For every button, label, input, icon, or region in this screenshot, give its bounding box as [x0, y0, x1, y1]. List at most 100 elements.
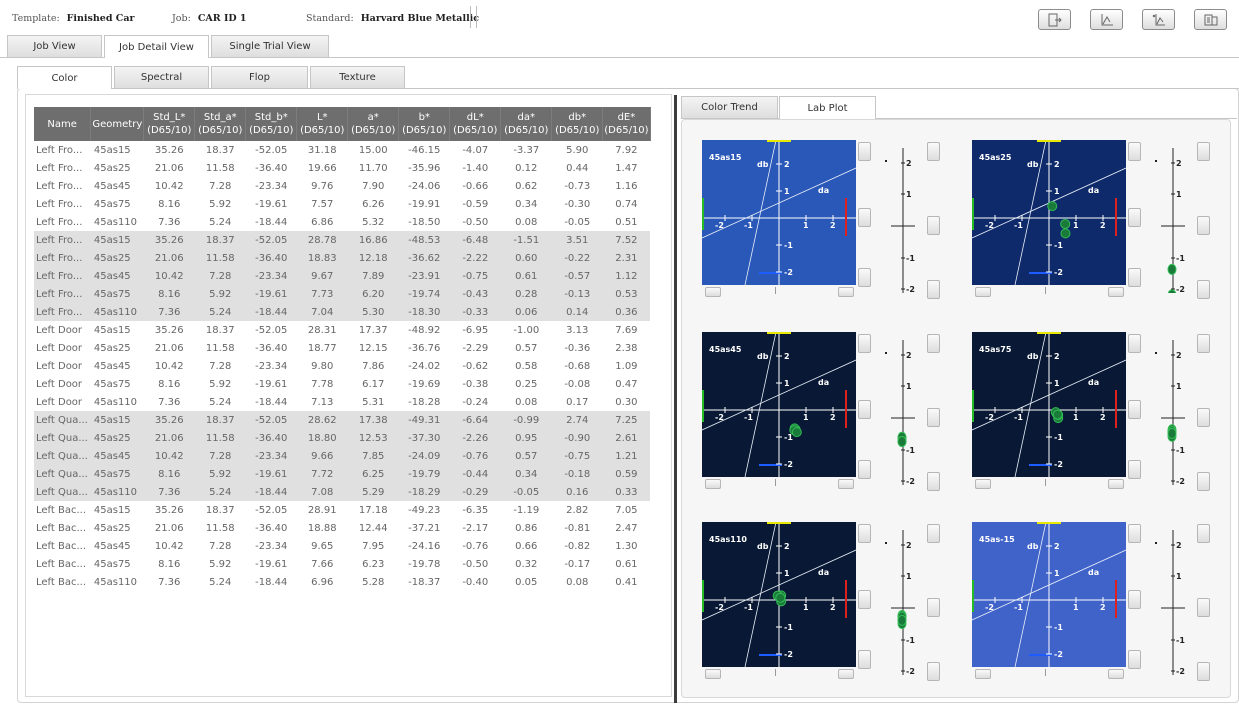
scroll-down-button[interactable] — [1128, 268, 1141, 287]
table-row[interactable]: Left Qua... 45as75 8.16 5.92 -19.61 7.72 6.25-… — [34, 465, 651, 483]
scroll-down-button[interactable] — [858, 650, 871, 669]
table-row[interactable]: Left Door 45as45 10.42 7.28 -23.34 9.80 7.86 -2… — [34, 357, 650, 375]
scroll-up-button[interactable] — [1128, 142, 1141, 161]
column-header[interactable]: b* (D65/10) — [398, 107, 451, 141]
table-row[interactable]: Left Bac... 45as15 35.26 18.37 -52.05 28.91 17… — [34, 501, 650, 519]
scroll-left-button[interactable] — [975, 287, 991, 297]
lightness-up-button[interactable] — [927, 524, 940, 543]
tab-spectral[interactable]: Spectral — [114, 66, 209, 88]
table-row[interactable]: Left Qua... 45as25 21.06 11.58 -36.40 18.80 12… — [34, 429, 651, 447]
table-row[interactable]: Left Door 45as25 21.06 11.58 -36.40 18.77 12.1… — [34, 339, 650, 357]
scroll-mid-button[interactable] — [858, 208, 871, 227]
column-header[interactable]: dL* (D65/10) — [449, 107, 502, 141]
table-row[interactable]: Left Door 45as75 8.16 5.92 -19.61 7.78 6.17 -19… — [34, 375, 650, 393]
table-row[interactable]: Left Bac... 45as25 21.06 11.58 -36.40 18.88 12… — [34, 519, 650, 537]
tab-lab-plot[interactable]: Lab Plot — [779, 96, 876, 119]
scroll-mid-button[interactable] — [858, 590, 871, 609]
scroll-down-button[interactable] — [858, 460, 871, 479]
column-header[interactable]: a* (D65/10) — [347, 107, 400, 141]
lightness-mid-button[interactable] — [927, 408, 940, 427]
table-row[interactable]: Left Fro... 45as45 10.42 7.28 -23.34 9.67 7.89… — [34, 267, 651, 285]
scroll-left-button[interactable] — [975, 669, 991, 679]
table-row[interactable]: Left Fro... 45as25 21.06 11.58 -36.40 19.66 11… — [34, 159, 650, 177]
column-header[interactable]: dE* (D65/10) — [602, 107, 651, 141]
tab-single-trial-view[interactable]: Single Trial View — [211, 35, 329, 57]
table-row[interactable]: Left Door 45as110 7.36 5.24 -18.44 7.13 5.31 -1… — [34, 393, 650, 411]
star-chart-button[interactable] — [1142, 9, 1175, 30]
report-button[interactable] — [1194, 9, 1227, 30]
scroll-left-button[interactable] — [705, 669, 721, 679]
trend-chart-button[interactable] — [1090, 9, 1123, 30]
scroll-up-button[interactable] — [858, 334, 871, 353]
scroll-right-button[interactable] — [838, 287, 854, 297]
table-row[interactable]: Left Fro... 45as15 35.26 18.37 -52.05 28.78 16… — [34, 231, 651, 249]
export-button[interactable] — [1038, 9, 1071, 30]
scroll-left-button[interactable] — [705, 287, 721, 297]
table-row[interactable]: Left Fro... 45as110 7.36 5.24 -18.44 7.04 5.30… — [34, 303, 651, 321]
scroll-mid-button[interactable] — [858, 400, 871, 419]
column-header[interactable]: Geometry — [90, 107, 145, 141]
table-row[interactable]: Left Door 45as15 35.26 18.37 -52.05 28.31 17.3… — [34, 321, 650, 339]
scroll-up-button[interactable] — [1128, 524, 1141, 543]
lightness-scale: 2 1 -1 -2 — [1161, 530, 1185, 675]
lightness-mid-button[interactable] — [927, 216, 940, 235]
column-header[interactable]: db* (D65/10) — [551, 107, 604, 141]
table-row[interactable]: Left Fro... 45as75 8.16 5.92 -19.61 7.73 6.20-… — [34, 285, 651, 303]
scroll-right-button[interactable] — [1108, 669, 1124, 679]
table-row[interactable]: Left Bac... 45as110 7.36 5.24 -18.44 6.96 5.28… — [34, 573, 650, 591]
lightness-up-button[interactable] — [927, 334, 940, 353]
table-row[interactable]: Left Fro... 45as75 8.16 5.92 -19.61 7.57 6.26 -… — [34, 195, 650, 213]
table-row[interactable]: Left Fro... 45as45 10.42 7.28 -23.34 9.76 7.90… — [34, 177, 650, 195]
column-header[interactable]: Std_b* (D65/10) — [245, 107, 298, 141]
scroll-up-button[interactable] — [1128, 334, 1141, 353]
scroll-mid-button[interactable] — [1128, 590, 1141, 609]
lightness-down-button[interactable] — [927, 662, 940, 681]
scroll-left-button[interactable] — [705, 479, 721, 489]
lightness-up-button[interactable] — [1197, 524, 1210, 543]
lightness-down-button[interactable] — [927, 280, 940, 299]
lightness-down-button[interactable] — [1197, 472, 1210, 491]
lightness-down-button[interactable] — [1197, 662, 1210, 681]
tab-flop[interactable]: Flop — [211, 66, 308, 88]
column-header[interactable]: Std_a* (D65/10) — [194, 107, 247, 141]
scroll-right-button[interactable] — [838, 669, 854, 679]
scroll-down-button[interactable] — [858, 268, 871, 287]
scroll-down-button[interactable] — [1128, 650, 1141, 669]
tab-job-view[interactable]: Job View — [7, 35, 102, 57]
column-header[interactable]: da* (D65/10) — [500, 107, 553, 141]
lightness-up-button[interactable] — [1197, 142, 1210, 161]
column-header[interactable]: Name — [34, 107, 92, 141]
scroll-right-button[interactable] — [838, 479, 854, 489]
tab-texture[interactable]: Texture — [310, 66, 405, 88]
table-row[interactable]: Left Qua... 45as15 35.26 18.37 -52.05 28.62 17… — [34, 411, 651, 429]
lightness-up-button[interactable] — [927, 142, 940, 161]
table-row[interactable]: Left Fro... 45as110 7.36 5.24 -18.44 6.86 5.32… — [34, 213, 650, 231]
lightness-mid-button[interactable] — [1197, 408, 1210, 427]
lightness-mid-button[interactable] — [1197, 216, 1210, 235]
scroll-right-button[interactable] — [1108, 287, 1124, 297]
panel-splitter[interactable] — [674, 95, 677, 703]
lightness-down-button[interactable] — [927, 472, 940, 491]
lightness-up-button[interactable] — [1197, 334, 1210, 353]
scroll-mid-button[interactable] — [1128, 400, 1141, 419]
column-header[interactable]: Std_L* (D65/10) — [143, 107, 196, 141]
table-row[interactable]: Left Fro... 45as25 21.06 11.58 -36.40 18.83 12… — [34, 249, 651, 267]
table-row[interactable]: Left Fro... 45as15 35.26 18.37 -52.05 31.18 15… — [34, 141, 650, 159]
lightness-mid-button[interactable] — [927, 598, 940, 617]
scroll-right-button[interactable] — [1108, 479, 1124, 489]
scroll-up-button[interactable] — [858, 142, 871, 161]
table-row[interactable]: Left Qua... 45as110 7.36 5.24 -18.44 7.08 5.29… — [34, 483, 651, 501]
tab-job-detail-view[interactable]: Job Detail View — [104, 35, 209, 58]
column-header[interactable]: L* (D65/10) — [296, 107, 349, 141]
table-row[interactable]: Left Bac... 45as45 10.42 7.28 -23.34 9.65 7.95… — [34, 537, 650, 555]
tab-color[interactable]: Color — [17, 66, 112, 89]
lightness-mid-button[interactable] — [1197, 598, 1210, 617]
table-row[interactable]: Left Bac... 45as75 8.16 5.92 -19.61 7.66 6.23 -… — [34, 555, 650, 573]
scroll-left-button[interactable] — [975, 479, 991, 489]
scroll-down-button[interactable] — [1128, 460, 1141, 479]
lightness-down-button[interactable] — [1197, 280, 1210, 299]
scroll-up-button[interactable] — [858, 524, 871, 543]
tab-color-trend[interactable]: Color Trend — [681, 96, 778, 118]
scroll-mid-button[interactable] — [1128, 208, 1141, 227]
table-row[interactable]: Left Qua... 45as45 10.42 7.28 -23.34 9.66 7.85… — [34, 447, 651, 465]
